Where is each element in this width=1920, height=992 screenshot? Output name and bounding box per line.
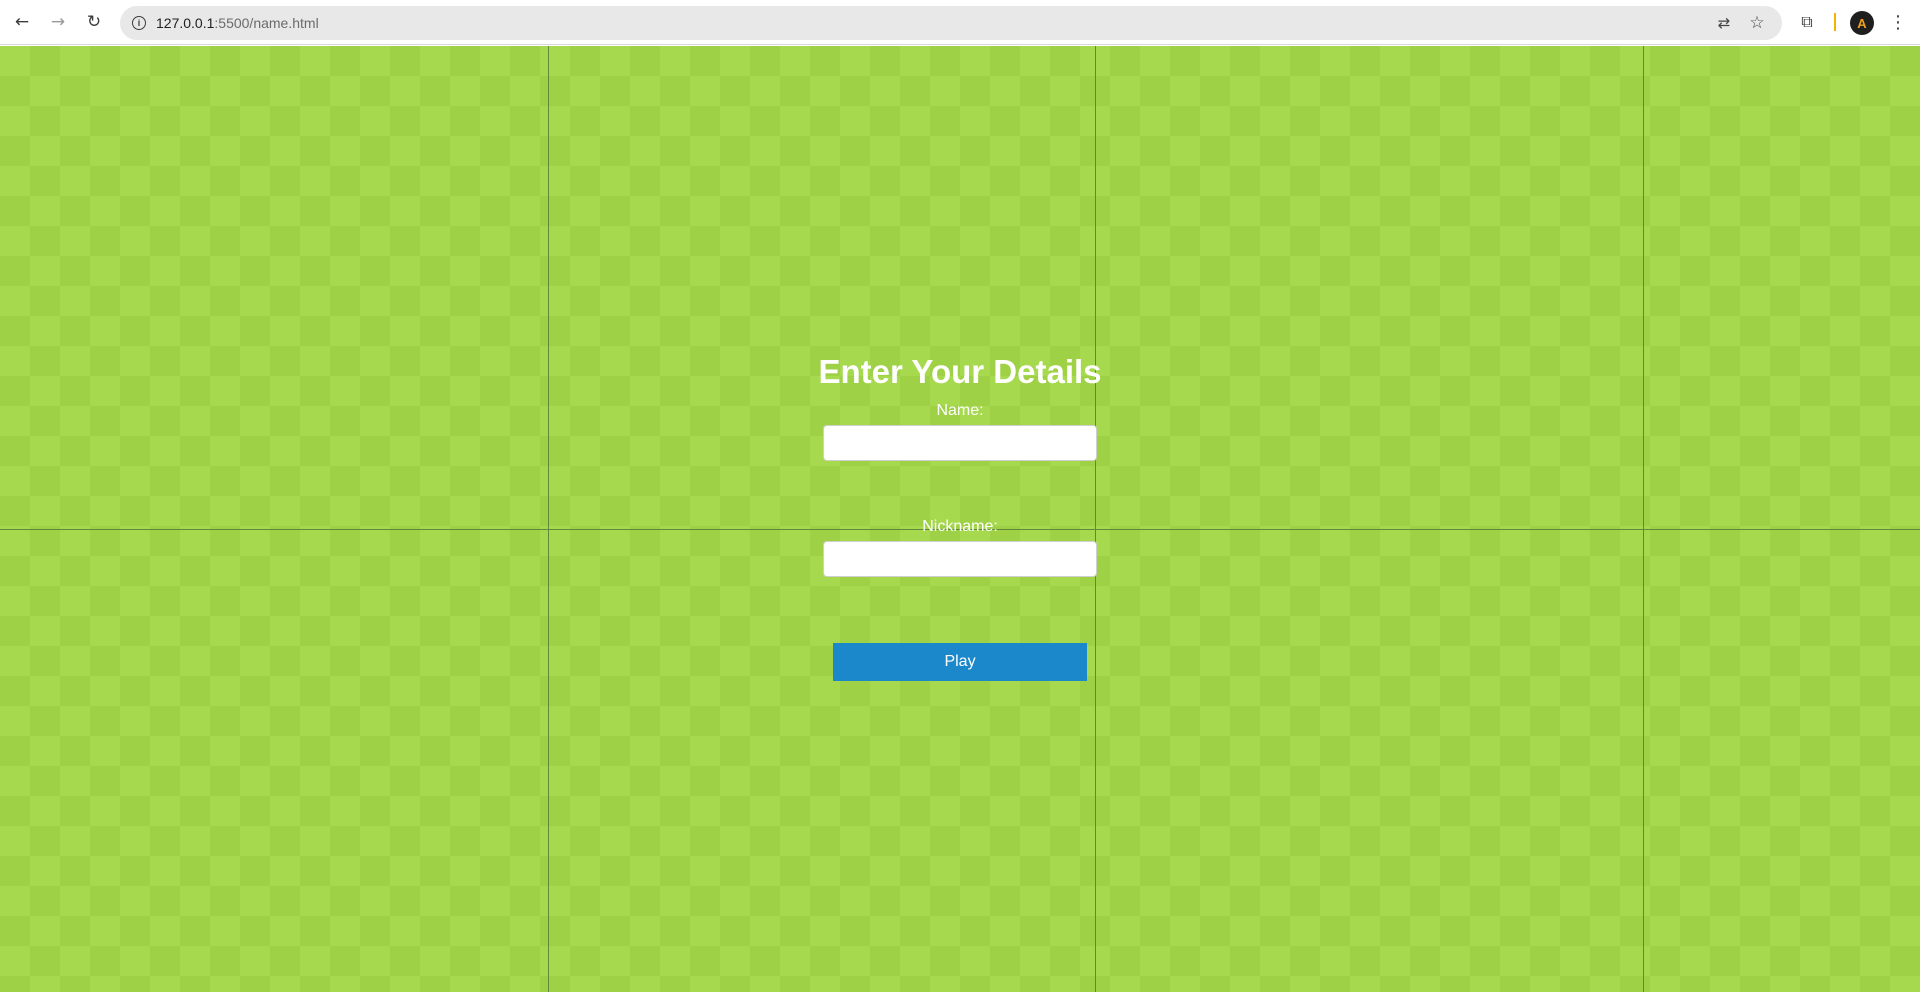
browser-toolbar: ← → ↻ i 127.0.0.1:5500/name.html ⇄ ☆ ⧉ A…	[0, 0, 1920, 45]
reload-icon[interactable]: ↻	[82, 10, 106, 34]
page-title: Enter Your Details	[818, 353, 1102, 390]
url-path: :5500/name.html	[214, 15, 319, 31]
grid-line-vertical	[548, 46, 549, 992]
site-info-button[interactable]: i	[128, 12, 150, 34]
url-text[interactable]: 127.0.0.1:5500/name.html	[156, 15, 319, 31]
back-arrow-icon[interactable]: ←	[10, 10, 34, 34]
translate-icon[interactable]: ⇄	[1714, 13, 1734, 33]
info-icon: i	[132, 16, 146, 30]
avatar[interactable]: A	[1850, 11, 1874, 35]
name-input[interactable]	[823, 425, 1097, 461]
url-host: 127.0.0.1	[156, 15, 215, 31]
game-background: Enter Your Details Name: Nickname: Play	[0, 46, 1920, 992]
grid-line-vertical	[1643, 46, 1644, 992]
details-form: Enter Your Details Name: Nickname: Play	[818, 352, 1102, 681]
puzzle-icon[interactable]: ⧉	[1796, 11, 1818, 33]
nickname-label: Nickname:	[922, 518, 998, 535]
forward-arrow-icon[interactable]: →	[46, 10, 70, 34]
nickname-input[interactable]	[823, 541, 1097, 577]
star-icon[interactable]: ☆	[1747, 13, 1767, 33]
address-bar[interactable]: i 127.0.0.1:5500/name.html ⇄ ☆	[120, 6, 1782, 40]
kebab-menu-icon[interactable]: ⋮	[1887, 11, 1909, 33]
toolbar-divider	[1834, 13, 1836, 31]
play-button[interactable]: Play	[833, 643, 1087, 681]
name-label: Name:	[936, 402, 984, 419]
